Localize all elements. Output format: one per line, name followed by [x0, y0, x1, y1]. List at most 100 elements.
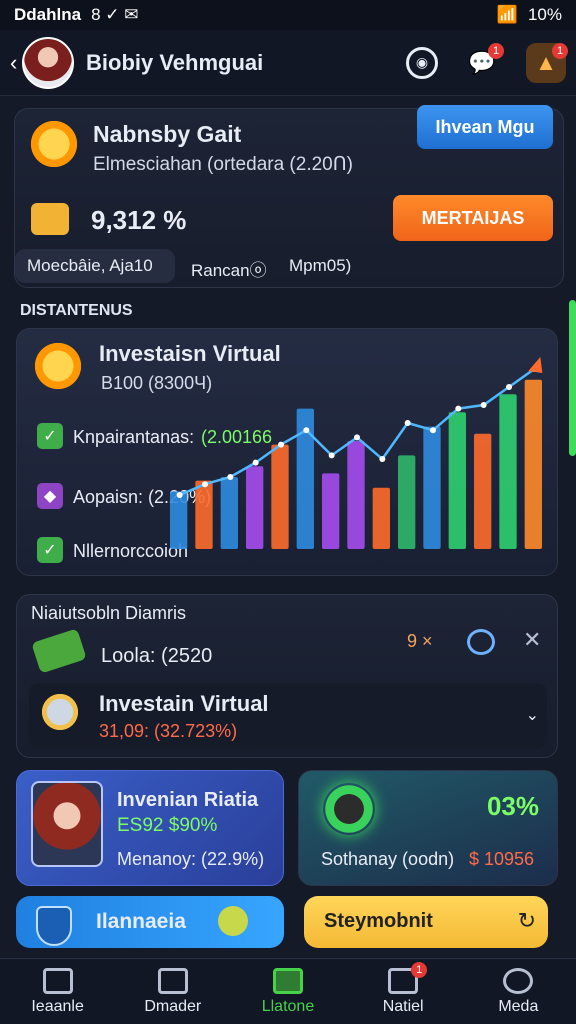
chevron-down-icon[interactable]: ⌄ — [526, 705, 539, 725]
details-title: Niaiutsobln Diamris — [31, 603, 187, 623]
app-header: ‹ Biobiy Vehmguai ◉ 💬 1 ▲ 1 — [0, 30, 576, 96]
inner-title: Investain Virtual — [99, 691, 269, 716]
chip-secondary[interactable]: Rancanⓞ — [191, 256, 267, 281]
blue-action-card[interactable]: Ilannaeia — [16, 896, 284, 948]
refresh-icon[interactable]: ↻ — [518, 908, 536, 934]
bottom-nav: Ieaanle Dmader Llatone 1 Natiel Meda — [0, 958, 576, 1024]
trend-point — [506, 384, 512, 390]
chat-icon[interactable]: 💬 1 — [462, 42, 504, 83]
chart-bar — [499, 394, 517, 549]
dollar-icon — [218, 906, 248, 936]
cash-icon — [31, 628, 87, 674]
status-bar: Ddahlna 8 ✓ ✉ 📶 10% — [0, 0, 576, 30]
bar-chart — [170, 357, 543, 549]
coin-icon — [323, 783, 375, 835]
trend-point — [202, 481, 208, 488]
gem-icon: ◆ — [37, 483, 63, 509]
avatar[interactable] — [22, 36, 74, 89]
trend-point — [278, 441, 284, 448]
search-icon[interactable]: ◉ — [406, 46, 438, 79]
percent-stat-card[interactable]: 03% Sothanay (oodn) $ 10956 — [298, 770, 558, 886]
nav-label: Ieaanle — [31, 997, 84, 1015]
trend-point — [252, 459, 259, 466]
nav-label: Dmader — [144, 997, 202, 1015]
nav-badge: 1 — [411, 961, 428, 978]
account-summary-card: Nabnsby Gait Elmesciahan (ortedara (2.20… — [14, 105, 564, 288]
nav-profile[interactable]: Meda — [468, 967, 568, 1016]
chart-bar — [372, 487, 390, 549]
sun-icon — [31, 339, 85, 393]
chip-primary[interactable]: Moecbâie, Aja10 — [15, 249, 175, 283]
trend-point — [480, 402, 487, 408]
profile-line2: Menanoy: (22.9%) — [117, 849, 265, 869]
nav-label: Llatone — [261, 997, 315, 1015]
home-icon — [42, 967, 73, 994]
profile-badge: 1 — [552, 42, 568, 59]
chart-bar — [195, 480, 213, 549]
trend-point — [303, 427, 310, 434]
invest-button[interactable]: Ihvean Mgu — [417, 105, 553, 149]
inner-investment-row[interactable]: Investain Virtual 31,09: (32.723%) ⌄ — [29, 683, 547, 749]
percent-line-value: $ 10956 — [469, 849, 535, 869]
chart-bar — [220, 477, 238, 549]
action-button[interactable]: MERTAIJAS — [393, 195, 553, 241]
details-row: Loola: (2520 — [101, 645, 213, 667]
scrollbar[interactable] — [569, 300, 576, 456]
chart-bar — [170, 491, 188, 549]
shield-icon — [36, 906, 72, 946]
yellow-action-card[interactable]: Steymobnit ↻ — [304, 896, 548, 948]
check-icon: ✓ — [37, 423, 63, 449]
nav-home[interactable]: Ieaanle — [8, 967, 108, 1016]
nav-active[interactable]: Llatone — [238, 967, 338, 1016]
balance-value: 9,312 % — [91, 205, 187, 235]
section-title: DISTANTENUS — [20, 302, 133, 319]
chat-icon[interactable] — [467, 629, 495, 655]
close-icon[interactable]: ✕ — [523, 627, 541, 653]
check-icon — [272, 967, 303, 994]
account-subtitle: Elmesciahan (ortedara (2.20Ո) — [93, 154, 353, 175]
trend-point — [354, 434, 360, 441]
details-card: Niaiutsobln Diamris Loola: (2520 9 × ✕ I… — [16, 594, 558, 758]
nav-label: Meda — [498, 997, 539, 1015]
details-meta: 9 × — [407, 631, 433, 651]
status-icons: 8 ✓ ✉ — [91, 5, 139, 24]
back-icon[interactable]: ‹ — [10, 50, 22, 76]
gear-icon — [37, 689, 83, 735]
trend-point — [379, 456, 386, 462]
chart-bar — [398, 455, 416, 549]
percent-value: 03% — [486, 791, 539, 821]
profile-line: ES92 $90% — [117, 815, 218, 836]
chart-bar — [322, 473, 340, 549]
inner-subtitle: 31,09: (32.723%) — [99, 721, 238, 741]
page-title: Biobiy Vehmguai — [86, 49, 264, 75]
chart-bar — [524, 379, 542, 549]
profile-stat-card[interactable]: Invenian Riatia ES92 $90% Menanoy: (22.9… — [16, 770, 284, 886]
nav-messages[interactable]: 1 Natiel — [353, 961, 453, 1016]
nav-orders[interactable]: Dmader — [123, 967, 223, 1016]
investment-chart-card: Investaisn Virtual B100 (8300Ч) ✓ Knpair… — [16, 328, 558, 576]
trend-point — [430, 427, 436, 434]
sun-icon — [27, 117, 81, 171]
checkbox-icon — [157, 967, 188, 994]
trend-point — [328, 452, 335, 459]
chart-bar — [474, 433, 492, 549]
arrow-up-icon — [528, 357, 543, 373]
user-icon — [503, 967, 534, 994]
wallet-icon — [31, 203, 69, 235]
blue-card-label: Ilannaeia — [96, 910, 186, 933]
trend-point — [455, 405, 462, 412]
chip-tertiary[interactable]: Mpm05) — [289, 256, 351, 276]
nav-label: Natiel — [382, 997, 424, 1015]
battery-label: 10% — [527, 5, 562, 24]
chart-bar — [448, 412, 466, 549]
trend-point — [404, 420, 411, 426]
chart-bar — [347, 441, 365, 549]
profile-photo — [31, 781, 103, 867]
profile-icon[interactable]: ▲ 1 — [526, 42, 568, 83]
profile-name: Invenian Riatia — [117, 789, 259, 811]
notification-badge: 1 — [488, 42, 504, 59]
trend-point — [176, 492, 183, 498]
chart-bar — [246, 466, 264, 549]
percent-line: Sothanay (oodn) — [321, 849, 455, 869]
wifi-icon: 📶 — [496, 5, 518, 24]
